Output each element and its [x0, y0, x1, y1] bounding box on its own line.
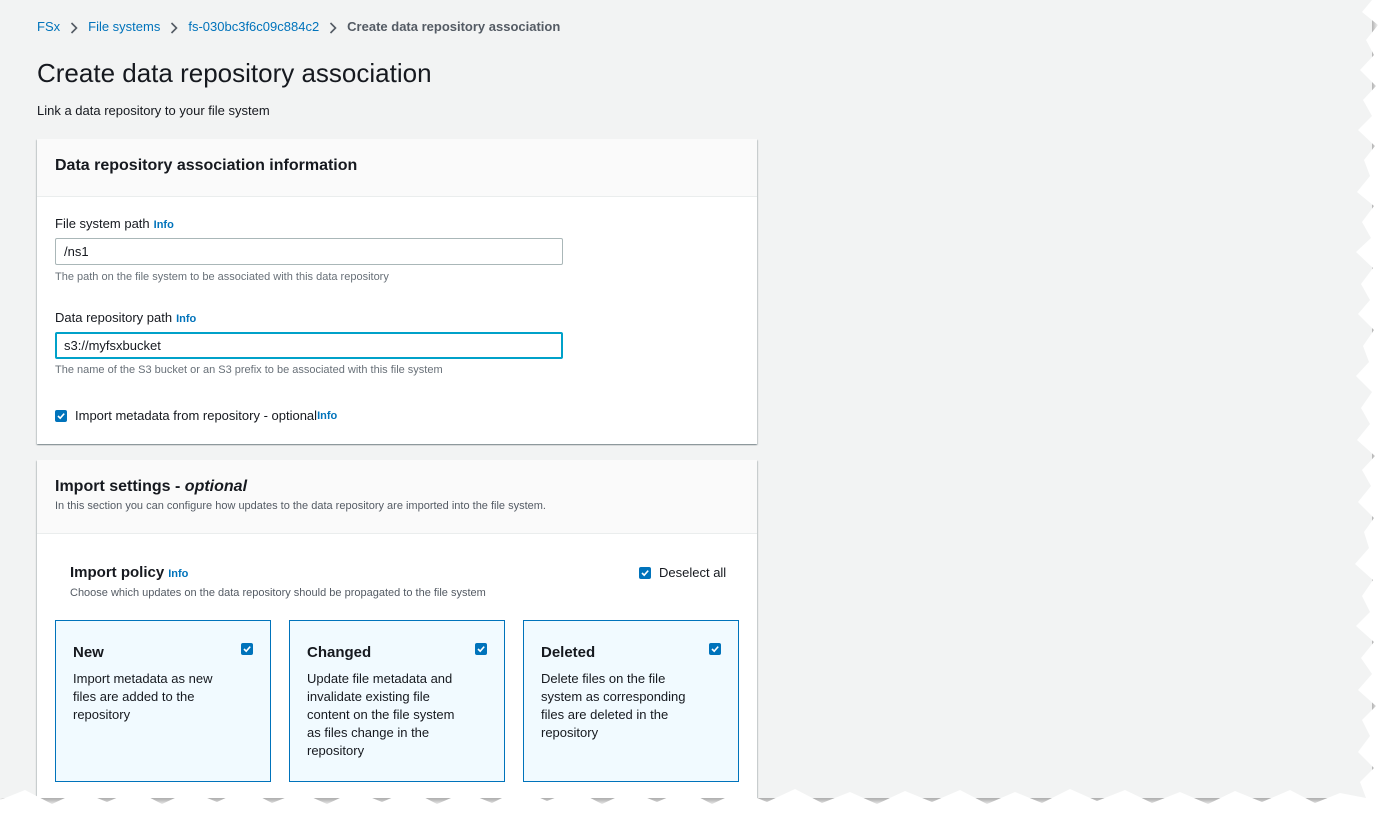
breadcrumb-current: Create data repository association [347, 19, 561, 34]
panel-subtitle: In this section you can configure how up… [55, 500, 546, 512]
info-link[interactable]: Info [168, 568, 188, 580]
info-link[interactable]: Info [154, 219, 174, 231]
policy-tile-new[interactable]: New Import metadata as new files are add… [55, 620, 271, 782]
breadcrumb-fsx[interactable]: FSx [37, 19, 60, 34]
import-metadata-checkbox-row[interactable]: Import metadata from repository - option… [55, 408, 337, 423]
tile-description: Delete files on the file system as corre… [541, 671, 686, 740]
panel-header: Data repository association information [37, 139, 757, 197]
chevron-right-icon [65, 19, 83, 34]
tile-description: Update file metadata and invalidate exis… [307, 671, 455, 758]
tile-description: Import metadata as new files are added t… [73, 671, 213, 722]
page-description: Link a data repository to your file syst… [37, 103, 270, 118]
page-background: FSx File systems fs-030bc3f6c09c884c2 Cr… [0, 0, 1372, 798]
policy-tile-changed[interactable]: Changed Update file metadata and invalid… [289, 620, 505, 782]
label-text: File system path [55, 216, 150, 231]
import-policy-description: Choose which updates on the data reposit… [70, 587, 486, 599]
file-system-path-input[interactable] [55, 238, 563, 265]
tile-new-checkbox[interactable] [241, 643, 253, 655]
page-title: Create data repository association [37, 58, 432, 88]
chevron-right-icon [324, 19, 342, 34]
info-link[interactable]: Info [176, 313, 196, 325]
panel-title-text: Import settings - [55, 478, 181, 495]
import-metadata-checkbox[interactable] [55, 409, 67, 422]
data-repository-path-hint: The name of the S3 bucket or an S3 prefi… [55, 364, 443, 376]
tile-deleted-checkbox[interactable] [709, 643, 721, 655]
import-policy-title: Import policy Info [70, 564, 188, 581]
deselect-all-label: Deselect all [659, 565, 727, 580]
panel-title: Data repository association information [55, 157, 358, 174]
tile-title: Changed [307, 644, 372, 661]
breadcrumb-file-system-id[interactable]: fs-030bc3f6c09c884c2 [188, 19, 319, 34]
breadcrumb: FSx File systems fs-030bc3f6c09c884c2 Cr… [37, 19, 560, 34]
data-repository-path-label: Data repository path Info [55, 310, 196, 325]
info-link[interactable]: Info [317, 410, 337, 422]
data-repository-path-input[interactable] [55, 332, 563, 359]
file-system-path-label: File system path Info [55, 216, 174, 231]
import-metadata-label: Import metadata from repository - option… [75, 408, 318, 423]
deselect-all-checkbox[interactable] [639, 566, 651, 579]
import-policy-label: Import policy [70, 564, 165, 581]
panel-title: Import settings - optional [55, 478, 247, 496]
label-text: Data repository path [55, 310, 173, 325]
breadcrumb-file-systems[interactable]: File systems [88, 19, 160, 34]
panel-header: Import settings - optional In this secti… [37, 460, 757, 534]
chevron-right-icon [165, 19, 183, 34]
tile-title: New [73, 644, 104, 661]
panel-title-optional: optional [184, 478, 248, 495]
file-system-path-hint: The path on the file system to be associ… [55, 271, 389, 283]
tile-title: Deleted [541, 644, 596, 661]
deselect-all-checkbox-row[interactable]: Deselect all [639, 565, 726, 580]
policy-tile-deleted[interactable]: Deleted Delete files on the file system … [523, 620, 739, 782]
tile-changed-checkbox[interactable] [475, 643, 487, 655]
association-info-panel: Data repository association information … [37, 139, 757, 444]
import-settings-panel: Import settings - optional In this secti… [37, 460, 757, 798]
